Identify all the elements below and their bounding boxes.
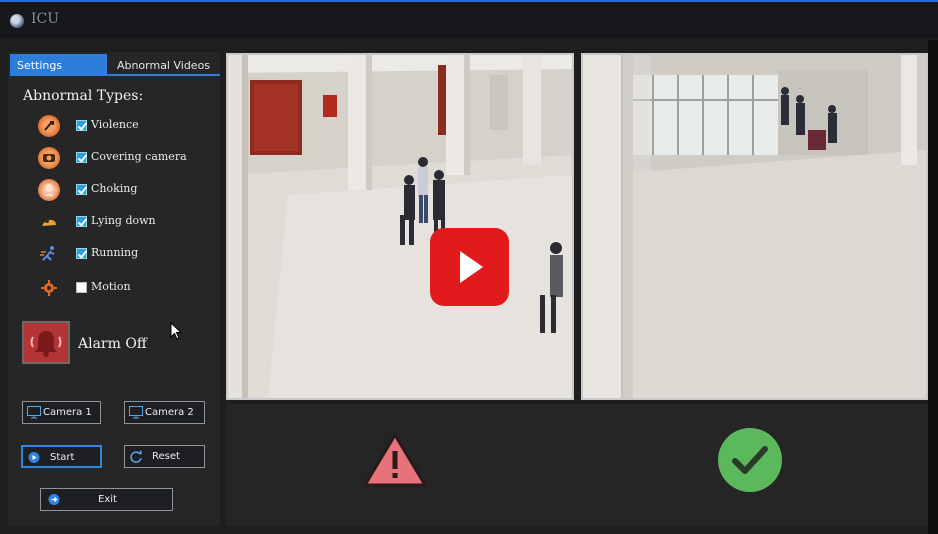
lying-down-icon [38, 211, 60, 233]
exit-label: Exit [98, 494, 117, 505]
status-area [226, 404, 928, 526]
violence-icon [38, 115, 60, 137]
type-row-lying-down: Lying down [38, 209, 218, 235]
lying-down-checkbox[interactable] [76, 216, 87, 227]
lying-down-label: Lying down [91, 214, 156, 227]
camera-2-feed [581, 53, 928, 400]
alarm-toggle[interactable] [22, 321, 70, 364]
power-icon [48, 494, 60, 505]
window-edge [928, 40, 938, 534]
app-window: ICU Settings Abnormal Videos Abnormal Ty… [0, 0, 938, 534]
choking-checkbox[interactable] [76, 184, 87, 195]
camera-2-label: Camera 2 [145, 407, 194, 418]
type-row-running: Running [38, 241, 218, 267]
motion-checkbox[interactable] [76, 282, 87, 293]
camera-2-frame [583, 55, 926, 398]
choking-icon [38, 179, 60, 201]
title-bar: ICU [0, 0, 938, 38]
camera-1-label: Camera 1 [43, 407, 92, 418]
reset-button[interactable]: Reset [124, 445, 205, 468]
play-video-button[interactable] [430, 228, 509, 306]
alarm-bell-icon [30, 331, 62, 357]
type-row-violence: Violence [38, 113, 218, 139]
covering-camera-icon [38, 147, 60, 169]
running-label: Running [91, 246, 139, 259]
camera-1-button[interactable]: Camera 1 [22, 401, 101, 424]
type-row-motion: Motion [38, 275, 218, 301]
camera-1-frame [228, 55, 572, 398]
abnormal-types-heading: Abnormal Types: [23, 88, 144, 104]
tab-abnormal-videos[interactable]: Abnormal Videos [107, 54, 220, 76]
choking-label: Choking [91, 182, 138, 195]
camera-2-button[interactable]: Camera 2 [124, 401, 205, 424]
running-checkbox[interactable] [76, 248, 87, 259]
check-circle-icon [718, 428, 782, 492]
violence-label: Violence [91, 118, 139, 131]
reset-label: Reset [152, 451, 180, 462]
start-button[interactable]: Start [21, 445, 102, 468]
covering-camera-checkbox[interactable] [76, 152, 87, 163]
tab-bar: Settings Abnormal Videos [10, 52, 220, 76]
running-icon [38, 243, 60, 265]
covering-camera-label: Covering camera [91, 150, 187, 163]
start-label: Start [50, 452, 75, 463]
motion-icon [38, 277, 60, 299]
monitor-icon [27, 406, 41, 419]
globe-icon [10, 14, 24, 28]
window-title: ICU [31, 11, 60, 27]
play-circle-icon [28, 452, 40, 463]
exit-button[interactable]: Exit [40, 488, 173, 511]
tab-settings[interactable]: Settings [10, 54, 107, 76]
monitor-icon [129, 406, 143, 419]
type-row-choking: Choking [38, 177, 218, 203]
alarm-status-label: Alarm Off [78, 336, 147, 352]
type-row-covering-camera: Covering camera [38, 145, 218, 171]
camera-1-feed [226, 53, 574, 400]
mouse-cursor-icon [170, 322, 183, 340]
refresh-icon [130, 450, 142, 463]
warning-icon [363, 433, 427, 487]
motion-label: Motion [91, 280, 131, 293]
settings-panel: Settings Abnormal Videos Abnormal Types:… [8, 52, 220, 526]
violence-checkbox[interactable] [76, 120, 87, 131]
